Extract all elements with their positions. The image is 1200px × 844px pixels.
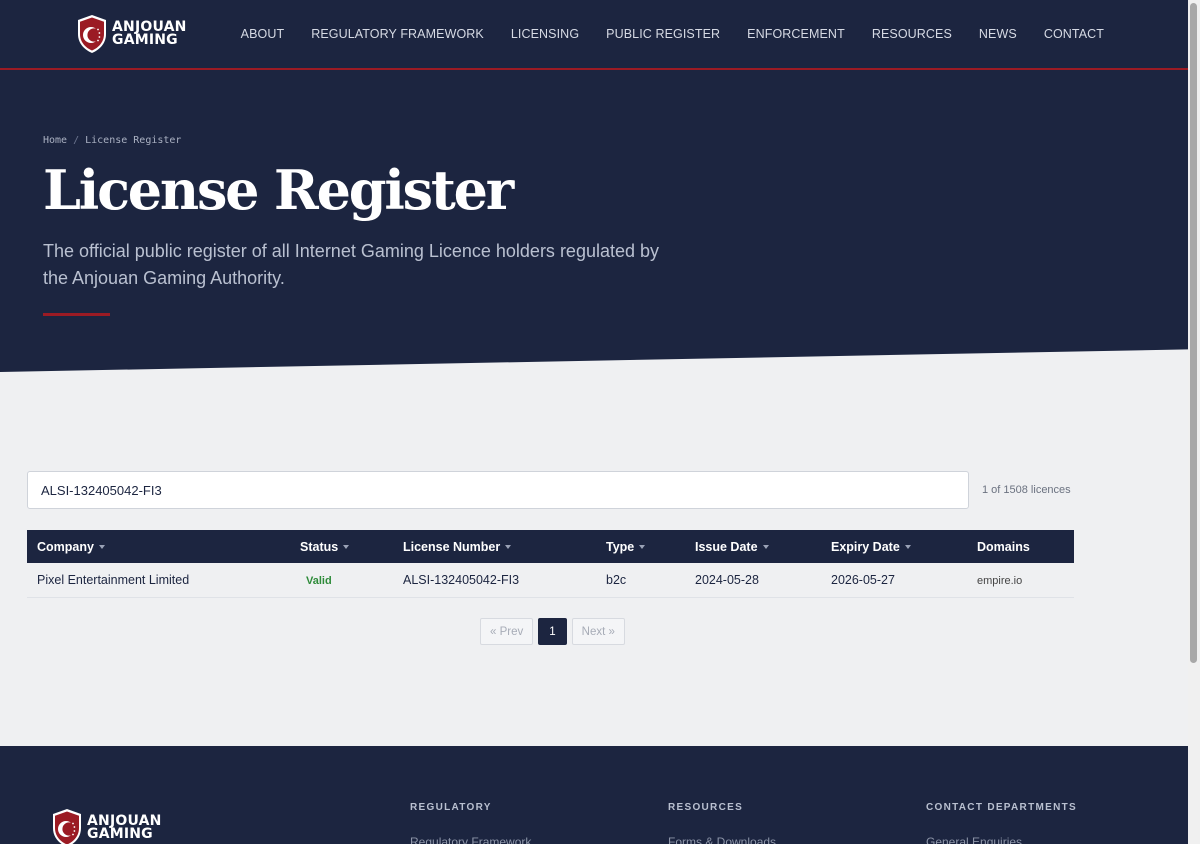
col-label-type: Type <box>606 539 635 554</box>
domain-link[interactable]: empire.io <box>977 575 1022 587</box>
hero-banner: Home / License Register License Register T… <box>0 70 1188 372</box>
col-header-company[interactable]: Company <box>27 530 290 563</box>
results-count: 1 of 1508 licences <box>982 484 1071 496</box>
scrollbar-thumb[interactable] <box>1190 3 1197 663</box>
footer-heading-regulatory: REGULATORY <box>410 802 492 813</box>
cell-type: b2c <box>596 563 685 598</box>
nav-contact[interactable]: CONTACT <box>1044 27 1104 41</box>
col-header-domains: Domains <box>967 530 1074 563</box>
footer-brand-wordmark: ANJOUAN GAMING <box>87 814 162 842</box>
cell-status: Valid <box>290 563 393 598</box>
footer-column-contact: CONTACT DEPARTMENTS General Enquiries <box>926 802 1077 844</box>
nav-resources[interactable]: RESOURCES <box>872 27 952 41</box>
cell-company: Pixel Entertainment Limited <box>27 563 290 598</box>
page-subtitle: The official public register of all Inte… <box>43 241 660 288</box>
col-label-expiry-date: Expiry Date <box>831 539 900 554</box>
footer-column-regulatory: REGULATORY Regulatory Framework <box>410 802 531 844</box>
site-footer: ANJOUAN GAMING REGULATORY Regulatory Fra… <box>0 746 1188 844</box>
breadcrumb-separator: / <box>73 135 80 146</box>
footer-heading-resources: RESOURCES <box>668 802 744 813</box>
status-badge: Valid <box>306 574 332 587</box>
shield-crescent-icon <box>78 15 106 53</box>
caret-down-icon <box>762 545 769 550</box>
table-header-row: Company Status License Number Type Issue… <box>27 530 1074 563</box>
col-header-type[interactable]: Type <box>596 530 685 563</box>
footer-brand-line-2: GAMING <box>87 826 153 842</box>
col-header-status[interactable]: Status <box>290 530 393 563</box>
top-navigation: ANJOUAN GAMING ABOUT REGULATORY FRAMEWOR… <box>0 0 1188 70</box>
page-scrollbar[interactable] <box>1188 0 1200 844</box>
nav-about[interactable]: ABOUT <box>241 27 285 41</box>
prev-page-button[interactable]: « Prev <box>480 618 534 645</box>
nav-regulatory-framework[interactable]: REGULATORY FRAMEWORK <box>311 27 484 41</box>
next-page-button[interactable]: Next » <box>571 618 625 645</box>
cell-domains: empire.io <box>967 563 1074 598</box>
col-header-expiry-date[interactable]: Expiry Date <box>821 530 967 563</box>
brand-logo[interactable]: ANJOUAN GAMING <box>76 14 187 54</box>
page-title: License Register <box>43 158 514 222</box>
nav-news[interactable]: NEWS <box>979 27 1017 41</box>
nav-licensing[interactable]: LICENSING <box>511 27 579 41</box>
page-1-button[interactable]: 1 <box>538 618 567 645</box>
shield-crescent-icon <box>53 809 81 844</box>
breadcrumb-current: License Register <box>85 135 182 146</box>
accent-divider <box>43 313 110 316</box>
cell-expiry-date: 2026-05-27 <box>821 563 967 598</box>
col-label-domains: Domains <box>977 539 1030 554</box>
footer-heading-contact: CONTACT DEPARTMENTS <box>926 802 1077 813</box>
main-menu: ABOUT REGULATORY FRAMEWORK LICENSING PUB… <box>214 0 1104 68</box>
col-header-issue-date[interactable]: Issue Date <box>685 530 821 563</box>
brand-wordmark: ANJOUAN GAMING <box>112 20 187 48</box>
breadcrumb-home[interactable]: Home <box>43 135 67 146</box>
footer-link-regulatory-framework[interactable]: Regulatory Framework <box>410 835 531 844</box>
nav-enforcement[interactable]: ENFORCEMENT <box>747 27 845 41</box>
caret-down-icon <box>639 545 646 550</box>
col-label-status: Status <box>300 539 339 554</box>
table-row[interactable]: Pixel Entertainment Limited Valid ALSI-1… <box>27 563 1074 598</box>
footer-column-resources: RESOURCES Forms & Downloads <box>668 802 776 844</box>
footer-link-general-enquiries[interactable]: General Enquiries <box>926 835 1077 844</box>
col-header-license-number[interactable]: License Number <box>393 530 596 563</box>
license-table: Company Status License Number Type Issue… <box>27 530 1074 598</box>
col-label-company: Company <box>37 539 94 554</box>
footer-link-forms-downloads[interactable]: Forms & Downloads <box>668 835 776 844</box>
col-label-license-number: License Number <box>403 539 501 554</box>
search-input[interactable] <box>27 471 969 509</box>
nav-public-register[interactable]: PUBLIC REGISTER <box>606 27 720 41</box>
caret-down-icon <box>904 545 911 550</box>
cell-issue-date: 2024-05-28 <box>685 563 821 598</box>
pagination: « Prev 1 Next » <box>480 618 625 645</box>
caret-down-icon <box>505 545 512 550</box>
footer-brand-logo[interactable]: ANJOUAN GAMING <box>51 808 162 844</box>
col-label-issue-date: Issue Date <box>695 539 758 554</box>
cell-license-number: ALSI-132405042-FI3 <box>393 563 596 598</box>
caret-down-icon <box>98 545 105 550</box>
caret-down-icon <box>343 545 350 550</box>
brand-line-2: GAMING <box>112 32 178 48</box>
breadcrumb: Home / License Register <box>43 135 181 146</box>
